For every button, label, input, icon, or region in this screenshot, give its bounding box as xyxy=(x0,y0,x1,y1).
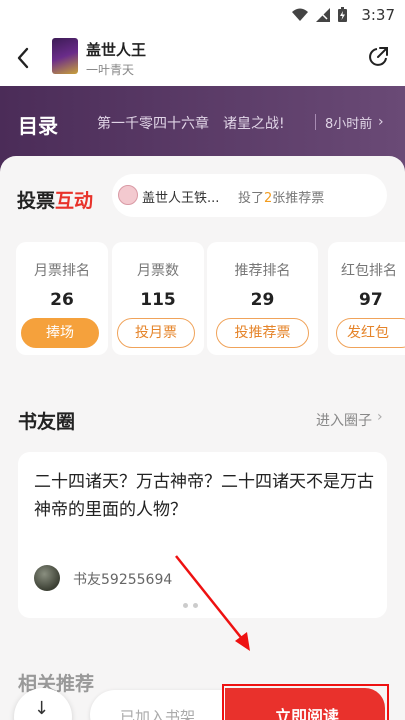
stat-value: 115 xyxy=(140,290,176,310)
stat-card-monthly-rank: 月票排名 26 捧场 xyxy=(16,242,108,355)
post-username: 书友59255694 xyxy=(73,572,173,588)
circle-section-title: 书友圈 xyxy=(18,411,76,433)
update-time: 8小时前 xyxy=(325,117,373,132)
cheer-button[interactable]: 捧场 xyxy=(21,318,99,348)
stat-label: 推荐排名 xyxy=(234,263,291,279)
fan-activity-pill[interactable]: 盖世人王铁... 投了2张推荐票 xyxy=(112,174,387,217)
monthly-vote-button[interactable]: 投月票 xyxy=(117,318,195,348)
stat-card-recommend-rank: 推荐排名 29 投推荐票 xyxy=(207,242,318,355)
post-text: 二十四诸天？万古神帝？二十四诸天不是万古神帝的里面的人物？ xyxy=(34,472,374,520)
vote-title-part2: 互动 xyxy=(55,190,94,212)
stat-value: 26 xyxy=(50,290,74,310)
vote-section-title: 投票互动 xyxy=(17,186,93,213)
added-to-shelf-button[interactable]: 已加入书架 xyxy=(90,690,225,720)
stat-value: 29 xyxy=(250,290,275,310)
fan-name: 盖世人王铁... xyxy=(142,191,220,206)
latest-chapter: 第一千零四十六章 诸皇之战! xyxy=(97,116,285,132)
enter-circle-link[interactable]: 进入圈子 xyxy=(316,410,372,430)
fan-text-suffix: 张推荐票 xyxy=(272,191,325,206)
red-packet-button[interactable]: 发红包 xyxy=(336,318,405,348)
circle-post-card[interactable]: 二十四诸天？万古神帝？二十四诸天不是万古神帝的里面的人物？ 书友59255694 xyxy=(18,452,387,618)
book-author: 一叶青天 xyxy=(86,63,135,77)
carousel-dot xyxy=(193,603,198,608)
stat-label: 月票数 xyxy=(137,263,179,279)
fan-avatar xyxy=(118,185,138,205)
book-title: 盖世人王 xyxy=(86,41,147,59)
book-cover[interactable] xyxy=(52,38,78,74)
shelf-label: 已加入书架 xyxy=(120,708,196,720)
stat-card-redpacket-rank: 红包排名 97 发红包 xyxy=(328,242,405,355)
chevron-right-icon: › xyxy=(378,114,384,130)
wifi-icon xyxy=(292,8,308,21)
stat-value: 97 xyxy=(359,290,383,310)
carousel-dots xyxy=(183,603,198,608)
read-label: 立即阅读 xyxy=(275,707,340,720)
vote-title-part1: 投票 xyxy=(17,190,56,212)
share-icon[interactable] xyxy=(367,46,389,68)
status-time: 3:37 xyxy=(361,6,395,24)
download-icon: ↓ xyxy=(34,698,50,719)
app-header: 盖世人王 一叶青天 xyxy=(0,30,405,86)
catalog-divider xyxy=(315,114,316,130)
status-bar: 3:37 xyxy=(0,0,405,30)
fan-activity-text: 投了2张推荐票 xyxy=(238,187,324,206)
read-now-button[interactable]: 立即阅读 xyxy=(225,688,385,720)
avatar xyxy=(34,565,60,591)
catalog-label: 目录 xyxy=(18,114,58,138)
back-arrow-icon[interactable] xyxy=(14,46,34,70)
recommend-vote-button[interactable]: 投推荐票 xyxy=(216,318,309,348)
stat-card-monthly-votes: 月票数 115 投月票 xyxy=(112,242,204,355)
stat-label: 月票排名 xyxy=(34,263,90,279)
status-icons xyxy=(292,7,347,22)
fan-text-prefix: 投了 xyxy=(238,191,265,206)
battery-icon xyxy=(338,7,347,22)
content-panel xyxy=(0,156,405,720)
stat-label: 红包排名 xyxy=(341,263,397,279)
chevron-right-icon[interactable]: › xyxy=(377,409,383,425)
carousel-dot xyxy=(183,603,188,608)
signal-icon xyxy=(316,7,330,22)
